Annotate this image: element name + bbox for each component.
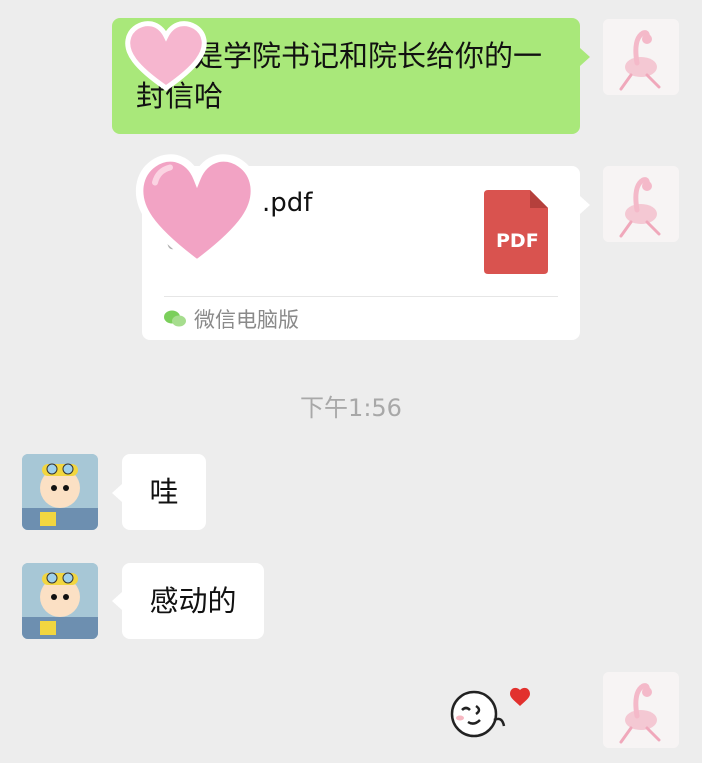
my-avatar[interactable] [603, 166, 679, 242]
bubble-tail [580, 48, 590, 66]
message-text: 哇 [149, 475, 179, 509]
message-text: 感动的 [149, 584, 237, 618]
bubble-tail [112, 592, 122, 610]
my-avatar[interactable] [603, 672, 679, 748]
bubble-tail [580, 196, 590, 214]
heart-sticker-icon [135, 154, 259, 269]
card-divider [164, 296, 558, 297]
wechat-logo-icon [164, 310, 186, 327]
flamingo-plush-avatar-icon [603, 19, 679, 95]
pdf-type-label: PDF [496, 230, 539, 252]
flamingo-plush-avatar-icon [603, 166, 679, 242]
file-name: .pdf [262, 188, 313, 218]
smiling-face-blowing-heart-sticker[interactable] [444, 686, 534, 746]
friend-avatar[interactable] [22, 454, 98, 530]
message-bubble-incoming[interactable]: 感动的 [122, 563, 264, 639]
source-label: 微信电脑版 [194, 308, 299, 332]
chat-timestamp: 下午1:56 [300, 394, 402, 422]
heart-sticker-icon [125, 21, 207, 92]
cartoon-boy-avatar-icon [22, 563, 98, 639]
cartoon-boy-avatar-icon [22, 454, 98, 530]
file-source: 微信电脑版 [164, 304, 299, 334]
flamingo-plush-avatar-icon [603, 672, 679, 748]
bubble-tail [112, 484, 122, 502]
my-avatar[interactable] [603, 19, 679, 95]
message-bubble-incoming[interactable]: 哇 [122, 454, 206, 530]
friend-avatar[interactable] [22, 563, 98, 639]
